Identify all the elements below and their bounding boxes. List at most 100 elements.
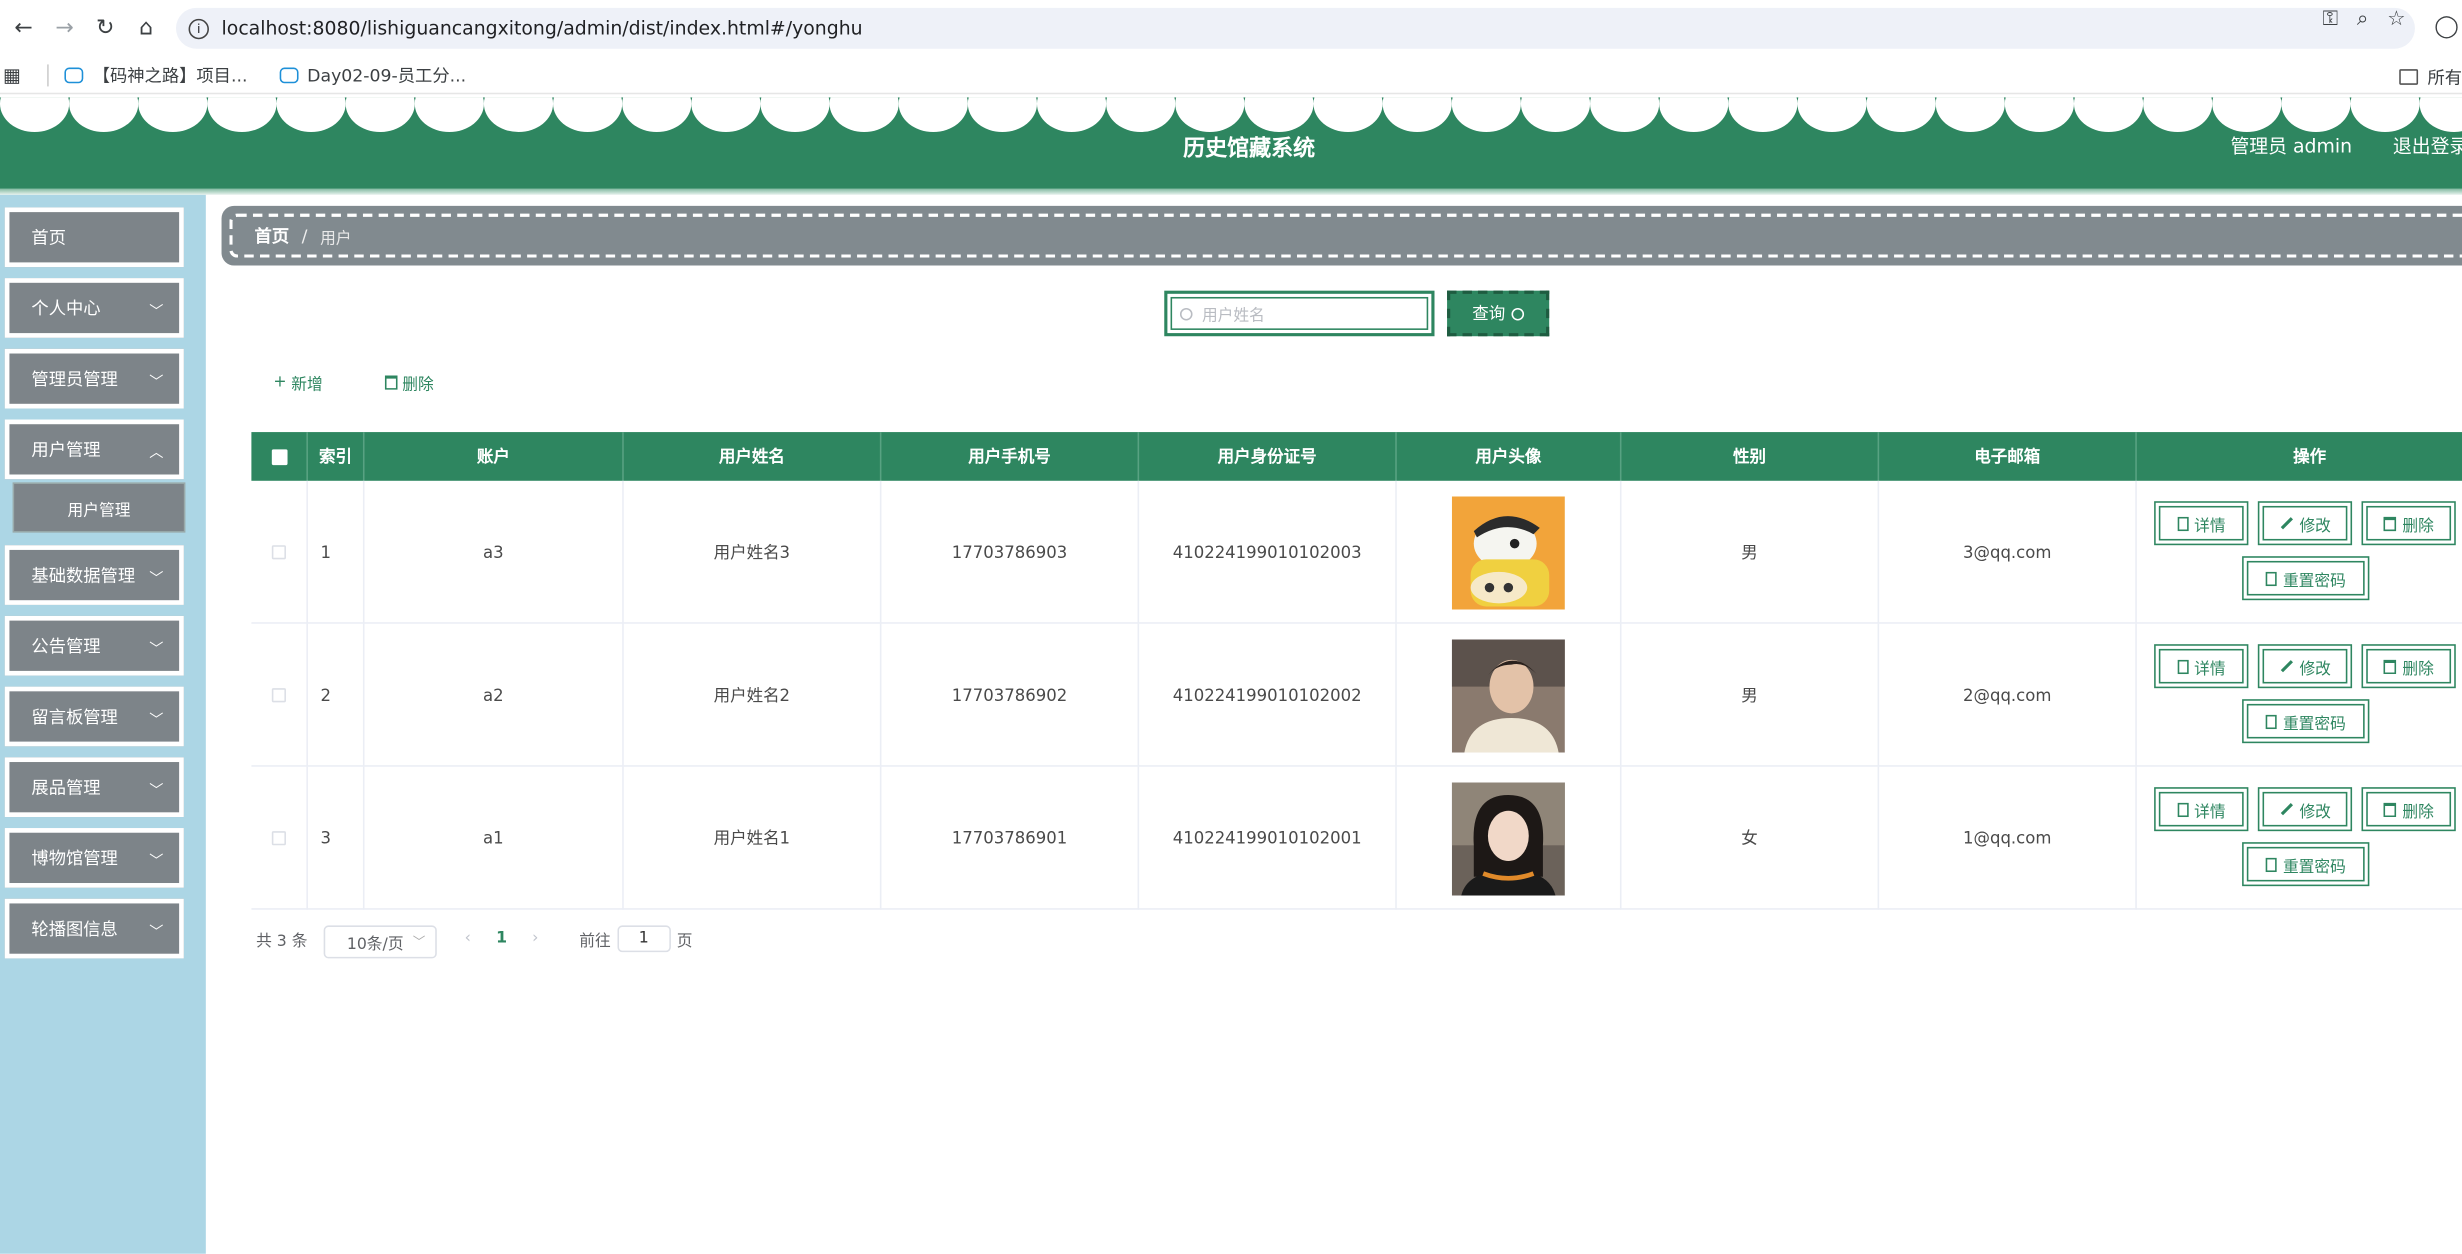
row-checkbox[interactable]: [271, 688, 286, 703]
address-bar[interactable]: i localhost:8080/lishiguancangxitong/adm…: [175, 7, 2415, 49]
scallop-shape: [483, 97, 554, 132]
bookmark-1[interactable]: 【码神之路】项目...: [64, 62, 247, 87]
edit-button[interactable]: 修改: [2257, 787, 2353, 832]
site-info-icon[interactable]: i: [188, 18, 209, 39]
sidebar-item-label: 基础数据管理: [31, 565, 136, 587]
reset-password-label: 重置密码: [2282, 715, 2346, 733]
col-header-phone: 用户手机号: [881, 432, 1140, 481]
cell-id-card: 410224199010102003: [1139, 480, 1397, 624]
cell-index: 1: [308, 480, 365, 624]
pencil-icon: [2279, 517, 2293, 530]
reset-password-button[interactable]: 重置密码: [2242, 842, 2370, 887]
sidebar-item-exhibits[interactable]: 展品管理 ﹀: [4, 757, 184, 818]
edit-label: 修改: [2299, 660, 2331, 678]
scallop-shape: [1106, 97, 1176, 132]
page-number[interactable]: 1: [496, 929, 507, 946]
page-size-select[interactable]: 10条/页 ﹀: [323, 924, 437, 958]
scallop-shape: [2073, 97, 2144, 132]
prev-page-icon[interactable]: ‹: [465, 929, 471, 946]
goto-page-input[interactable]: 1: [617, 924, 671, 952]
col-header-gender: 性别: [1621, 432, 1880, 481]
key-icon[interactable]: ⚿: [2322, 8, 2338, 32]
sidebar-item-carousel[interactable]: 轮播图信息 ﹀: [4, 898, 184, 959]
bookmark-2-label: Day02-09-员工分...: [307, 65, 467, 86]
batch-delete-button[interactable]: 删除: [384, 371, 434, 394]
avatar[interactable]: [1451, 638, 1565, 752]
all-bookmarks[interactable]: 所有: [2399, 64, 2462, 89]
breadcrumb-home[interactable]: 首页: [255, 223, 290, 248]
search-input[interactable]: 用户姓名: [1164, 290, 1435, 337]
sidebar-item-home[interactable]: 首页: [4, 207, 184, 268]
scallop-shape: [553, 97, 623, 132]
app-title: 历史馆藏系统: [1183, 136, 1316, 162]
profile-icon[interactable]: ◯: [2434, 14, 2459, 39]
scallop-shape: [1866, 97, 1936, 132]
home-icon[interactable]: ⌂: [129, 11, 164, 46]
sidebar-item-label: 留言板管理: [31, 707, 118, 728]
cell-id-card: 410224199010102001: [1139, 766, 1397, 910]
scallop-shape: [1451, 97, 1521, 132]
select-all-checkbox[interactable]: [271, 448, 287, 465]
add-button-label: 新增: [291, 377, 323, 395]
sidebar-item-personal-center[interactable]: 个人中心 ﹀: [4, 278, 184, 338]
add-button[interactable]: + 新增: [273, 371, 323, 395]
back-icon[interactable]: ←: [6, 11, 41, 46]
bookmark-2[interactable]: Day02-09-员工分...: [278, 62, 467, 87]
sidebar-item-museums[interactable]: 博物馆管理 ﹀: [4, 828, 184, 888]
row-checkbox[interactable]: [271, 545, 286, 560]
detail-button[interactable]: 详情: [2154, 644, 2249, 689]
scallop-shape: [1313, 97, 1383, 132]
row-select-cell: [251, 623, 308, 767]
document-icon: [2265, 857, 2277, 872]
bookmarks-divider: [47, 63, 49, 86]
edit-button[interactable]: 修改: [2257, 501, 2353, 546]
delete-button[interactable]: 删除: [2361, 787, 2456, 832]
avatar[interactable]: [1451, 495, 1565, 609]
forward-icon[interactable]: →: [47, 11, 82, 46]
scallop-shape: [1175, 97, 1245, 132]
row-checkbox[interactable]: [271, 831, 286, 846]
avatar[interactable]: [1451, 781, 1565, 895]
bilibili-icon: [64, 66, 84, 83]
header-scallop-decoration: [0, 97, 2462, 132]
detail-button[interactable]: 详情: [2154, 501, 2249, 546]
delete-label: 删除: [2402, 660, 2434, 678]
breadcrumb-current: 用户: [320, 230, 352, 248]
cell-avatar: [1397, 623, 1622, 767]
search-button[interactable]: 查询: [1447, 290, 1550, 337]
sidebar-item-message-board[interactable]: 留言板管理 ﹀: [4, 686, 184, 747]
star-icon[interactable]: ☆: [2387, 8, 2405, 32]
scallop-shape: [2143, 97, 2213, 132]
all-bookmarks-label: 所有: [2427, 67, 2462, 88]
next-page-icon[interactable]: ›: [532, 929, 538, 946]
delete-button[interactable]: 删除: [2361, 501, 2456, 546]
goto-prefix: 前往: [579, 932, 611, 950]
row-select-cell: [251, 766, 308, 910]
sidebar-item-announcements[interactable]: 公告管理 ﹀: [4, 615, 184, 676]
sidebar-item-user-management[interactable]: 用户管理 ︿: [4, 419, 184, 480]
cell-gender: 男: [1621, 623, 1880, 767]
cell-avatar: [1397, 480, 1622, 624]
reset-password-button[interactable]: 重置密码: [2242, 699, 2370, 744]
table-row: 2 a2 用户姓名2 17703786902 41022419901010200…: [251, 623, 2462, 767]
sidebar-item-admin-management[interactable]: 管理员管理 ﹀: [4, 348, 184, 409]
reload-icon[interactable]: ↻: [88, 11, 123, 46]
scallop-shape: [967, 97, 1037, 132]
edit-button[interactable]: 修改: [2257, 644, 2353, 689]
logout-link[interactable]: 退出登录: [2393, 132, 2462, 159]
apps-grid-icon[interactable]: ▦: [3, 64, 25, 86]
cell-actions: 详情 修改 删除 重置密码: [2137, 481, 2462, 624]
cell-avatar: [1397, 766, 1622, 910]
detail-button[interactable]: 详情: [2154, 787, 2249, 832]
cell-account: a3: [365, 480, 624, 624]
zoom-icon[interactable]: ⌕: [2357, 8, 2368, 32]
reset-password-button[interactable]: 重置密码: [2242, 556, 2370, 601]
reset-password-label: 重置密码: [2282, 858, 2346, 876]
sidebar-item-basic-data[interactable]: 基础数据管理 ﹀: [4, 545, 184, 605]
sidebar-item-label: 用户管理: [31, 439, 101, 461]
delete-button[interactable]: 删除: [2361, 644, 2456, 689]
delete-label: 删除: [2402, 517, 2434, 535]
sidebar-subitem-user-management[interactable]: 用户管理: [14, 483, 184, 532]
url-text: localhost:8080/lishiguancangxitong/admin…: [221, 17, 863, 40]
sidebar-item-label: 管理员管理: [31, 369, 118, 390]
